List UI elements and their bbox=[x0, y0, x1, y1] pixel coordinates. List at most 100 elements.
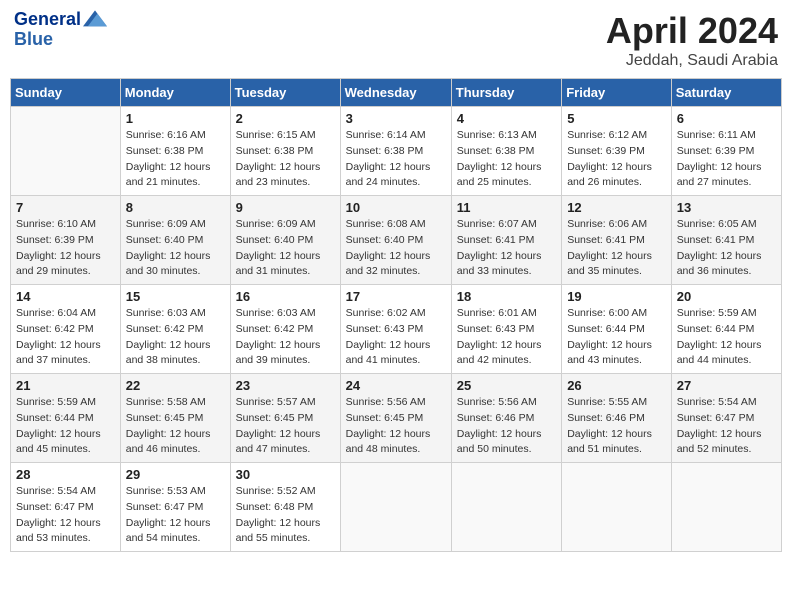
calendar-cell: 29 Sunrise: 5:53 AMSunset: 6:47 PMDayligh… bbox=[120, 463, 230, 552]
title-area: April 2024 Jeddah, Saudi Arabia bbox=[606, 10, 778, 70]
day-number: 12 bbox=[567, 200, 666, 215]
day-info: Sunrise: 6:03 AMSunset: 6:42 PMDaylight:… bbox=[126, 306, 225, 369]
calendar-cell bbox=[451, 463, 561, 552]
calendar-cell: 23 Sunrise: 5:57 AMSunset: 6:45 PMDayligh… bbox=[230, 374, 340, 463]
calendar-cell: 21 Sunrise: 5:59 AMSunset: 6:44 PMDayligh… bbox=[11, 374, 121, 463]
col-header-sunday: Sunday bbox=[11, 79, 121, 107]
day-number: 15 bbox=[126, 289, 225, 304]
calendar-cell: 17Sunrise: 6:02 AMSunset: 6:43 PMDayligh… bbox=[340, 285, 451, 374]
day-number: 18 bbox=[457, 289, 556, 304]
col-header-monday: Monday bbox=[120, 79, 230, 107]
day-number: 4 bbox=[457, 111, 556, 126]
calendar-cell: 14 Sunrise: 6:04 AMSunset: 6:42 PMDayligh… bbox=[11, 285, 121, 374]
day-info: Sunrise: 5:58 AMSunset: 6:45 PMDaylight:… bbox=[126, 395, 225, 458]
calendar-cell: 8 Sunrise: 6:09 AMSunset: 6:40 PMDaylight… bbox=[120, 196, 230, 285]
day-number: 23 bbox=[236, 378, 335, 393]
calendar-cell bbox=[562, 463, 672, 552]
calendar-cell: 15 Sunrise: 6:03 AMSunset: 6:42 PMDayligh… bbox=[120, 285, 230, 374]
calendar-cell: 30 Sunrise: 5:52 AMSunset: 6:48 PMDayligh… bbox=[230, 463, 340, 552]
day-info: Sunrise: 6:07 AMSunset: 6:41 PMDaylight:… bbox=[457, 217, 556, 280]
calendar-cell: 25 Sunrise: 5:56 AMSunset: 6:46 PMDayligh… bbox=[451, 374, 561, 463]
day-number: 22 bbox=[126, 378, 225, 393]
day-info: Sunrise: 6:15 AMSunset: 6:38 PMDaylight:… bbox=[236, 128, 335, 191]
calendar-cell: 4Sunrise: 6:13 AMSunset: 6:38 PMDaylight… bbox=[451, 107, 561, 196]
calendar-cell: 19 Sunrise: 6:00 AMSunset: 6:44 PMDayligh… bbox=[562, 285, 672, 374]
day-number: 13 bbox=[677, 200, 776, 215]
calendar-cell: 16Sunrise: 6:03 AMSunset: 6:42 PMDayligh… bbox=[230, 285, 340, 374]
day-info: Sunrise: 6:09 AMSunset: 6:40 PMDaylight:… bbox=[236, 217, 335, 280]
calendar-cell: 2 Sunrise: 6:15 AMSunset: 6:38 PMDaylight… bbox=[230, 107, 340, 196]
calendar-cell: 27 Sunrise: 5:54 AMSunset: 6:47 PMDayligh… bbox=[671, 374, 781, 463]
day-info: Sunrise: 6:01 AMSunset: 6:43 PMDaylight:… bbox=[457, 306, 556, 369]
page-header: General Blue April 2024 Jeddah, Saudi Ar… bbox=[10, 10, 782, 70]
day-number: 21 bbox=[16, 378, 115, 393]
day-info: Sunrise: 5:54 AMSunset: 6:47 PMDaylight:… bbox=[16, 484, 115, 547]
calendar-cell: 22 Sunrise: 5:58 AMSunset: 6:45 PMDayligh… bbox=[120, 374, 230, 463]
day-info: Sunrise: 5:57 AMSunset: 6:45 PMDaylight:… bbox=[236, 395, 335, 458]
calendar-cell: 10 Sunrise: 6:08 AMSunset: 6:40 PMDayligh… bbox=[340, 196, 451, 285]
location-subtitle: Jeddah, Saudi Arabia bbox=[606, 52, 778, 70]
calendar-week-row: 28 Sunrise: 5:54 AMSunset: 6:47 PMDayligh… bbox=[11, 463, 782, 552]
calendar-week-row: 21 Sunrise: 5:59 AMSunset: 6:44 PMDayligh… bbox=[11, 374, 782, 463]
day-info: Sunrise: 6:09 AMSunset: 6:40 PMDaylight:… bbox=[126, 217, 225, 280]
day-info: Sunrise: 5:54 AMSunset: 6:47 PMDaylight:… bbox=[677, 395, 776, 458]
day-number: 25 bbox=[457, 378, 556, 393]
calendar-cell: 3Sunrise: 6:14 AMSunset: 6:38 PMDaylight… bbox=[340, 107, 451, 196]
day-info: Sunrise: 6:08 AMSunset: 6:40 PMDaylight:… bbox=[346, 217, 446, 280]
day-number: 24 bbox=[346, 378, 446, 393]
day-number: 5 bbox=[567, 111, 666, 126]
month-title: April 2024 bbox=[606, 10, 778, 52]
day-info: Sunrise: 5:55 AMSunset: 6:46 PMDaylight:… bbox=[567, 395, 666, 458]
day-info: Sunrise: 6:06 AMSunset: 6:41 PMDaylight:… bbox=[567, 217, 666, 280]
day-number: 19 bbox=[567, 289, 666, 304]
day-number: 7 bbox=[16, 200, 115, 215]
calendar-header-row: SundayMondayTuesdayWednesdayThursdayFrid… bbox=[11, 79, 782, 107]
day-info: Sunrise: 6:04 AMSunset: 6:42 PMDaylight:… bbox=[16, 306, 115, 369]
day-info: Sunrise: 5:56 AMSunset: 6:46 PMDaylight:… bbox=[457, 395, 556, 458]
day-number: 6 bbox=[677, 111, 776, 126]
day-info: Sunrise: 6:00 AMSunset: 6:44 PMDaylight:… bbox=[567, 306, 666, 369]
logo-blue-text: Blue bbox=[14, 30, 107, 50]
calendar-cell: 6 Sunrise: 6:11 AMSunset: 6:39 PMDaylight… bbox=[671, 107, 781, 196]
day-info: Sunrise: 5:53 AMSunset: 6:47 PMDaylight:… bbox=[126, 484, 225, 547]
logo: General Blue bbox=[14, 10, 107, 50]
day-info: Sunrise: 5:59 AMSunset: 6:44 PMDaylight:… bbox=[16, 395, 115, 458]
calendar-cell: 5 Sunrise: 6:12 AMSunset: 6:39 PMDaylight… bbox=[562, 107, 672, 196]
calendar-cell: 13 Sunrise: 6:05 AMSunset: 6:41 PMDayligh… bbox=[671, 196, 781, 285]
day-number: 11 bbox=[457, 200, 556, 215]
calendar-cell bbox=[340, 463, 451, 552]
day-number: 1 bbox=[126, 111, 225, 126]
calendar-table: SundayMondayTuesdayWednesdayThursdayFrid… bbox=[10, 78, 782, 552]
day-number: 17 bbox=[346, 289, 446, 304]
day-number: 16 bbox=[236, 289, 335, 304]
day-info: Sunrise: 6:12 AMSunset: 6:39 PMDaylight:… bbox=[567, 128, 666, 191]
calendar-week-row: 14 Sunrise: 6:04 AMSunset: 6:42 PMDayligh… bbox=[11, 285, 782, 374]
col-header-friday: Friday bbox=[562, 79, 672, 107]
calendar-cell: 28 Sunrise: 5:54 AMSunset: 6:47 PMDayligh… bbox=[11, 463, 121, 552]
day-number: 10 bbox=[346, 200, 446, 215]
calendar-cell: 26Sunrise: 5:55 AMSunset: 6:46 PMDayligh… bbox=[562, 374, 672, 463]
day-number: 8 bbox=[126, 200, 225, 215]
day-number: 28 bbox=[16, 467, 115, 482]
day-info: Sunrise: 6:11 AMSunset: 6:39 PMDaylight:… bbox=[677, 128, 776, 191]
col-header-tuesday: Tuesday bbox=[230, 79, 340, 107]
day-number: 2 bbox=[236, 111, 335, 126]
calendar-week-row: 7 Sunrise: 6:10 AMSunset: 6:39 PMDaylight… bbox=[11, 196, 782, 285]
day-number: 29 bbox=[126, 467, 225, 482]
calendar-week-row: 1Sunrise: 6:16 AMSunset: 6:38 PMDaylight… bbox=[11, 107, 782, 196]
day-info: Sunrise: 6:05 AMSunset: 6:41 PMDaylight:… bbox=[677, 217, 776, 280]
day-number: 27 bbox=[677, 378, 776, 393]
day-number: 9 bbox=[236, 200, 335, 215]
logo-text: General bbox=[14, 10, 81, 30]
day-info: Sunrise: 6:10 AMSunset: 6:39 PMDaylight:… bbox=[16, 217, 115, 280]
calendar-cell bbox=[11, 107, 121, 196]
day-number: 30 bbox=[236, 467, 335, 482]
day-number: 14 bbox=[16, 289, 115, 304]
logo-icon bbox=[83, 10, 107, 30]
day-info: Sunrise: 5:52 AMSunset: 6:48 PMDaylight:… bbox=[236, 484, 335, 547]
calendar-cell: 24Sunrise: 5:56 AMSunset: 6:45 PMDayligh… bbox=[340, 374, 451, 463]
calendar-cell bbox=[671, 463, 781, 552]
day-info: Sunrise: 6:14 AMSunset: 6:38 PMDaylight:… bbox=[346, 128, 446, 191]
day-number: 20 bbox=[677, 289, 776, 304]
col-header-wednesday: Wednesday bbox=[340, 79, 451, 107]
